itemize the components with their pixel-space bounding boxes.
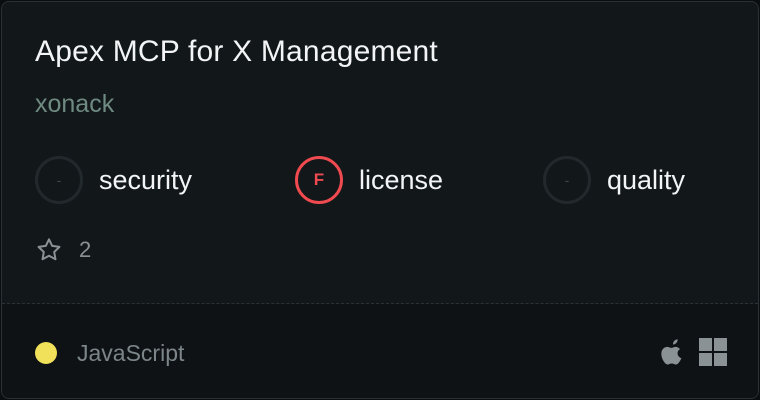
windows-icon (699, 338, 727, 366)
quality-label: quality (607, 164, 686, 195)
language-name: JavaScript (77, 339, 185, 366)
platform-icons (661, 337, 727, 367)
language: JavaScript (35, 339, 184, 367)
quality-grade-badge: - (543, 156, 591, 204)
security-grade-badge: - (35, 156, 83, 204)
mcp-server-card[interactable]: Apex MCP for X Management xonack - secur… (1, 1, 759, 399)
license-label: license (359, 164, 444, 195)
star-outline-icon (37, 238, 61, 261)
server-title[interactable]: Apex MCP for X Management (35, 35, 438, 69)
security-score[interactable]: - security (35, 155, 192, 205)
quality-score[interactable]: - quality (543, 155, 685, 205)
language-color-dot (35, 342, 57, 364)
stars-count: 2 (79, 237, 92, 262)
license-grade-badge: F (295, 156, 343, 204)
security-label: security (99, 164, 193, 195)
apple-icon (661, 339, 682, 365)
author-name[interactable]: xonack (35, 90, 114, 119)
stars[interactable]: 2 (35, 235, 91, 265)
license-score[interactable]: F license (295, 155, 443, 205)
card-footer: JavaScript (2, 304, 758, 398)
